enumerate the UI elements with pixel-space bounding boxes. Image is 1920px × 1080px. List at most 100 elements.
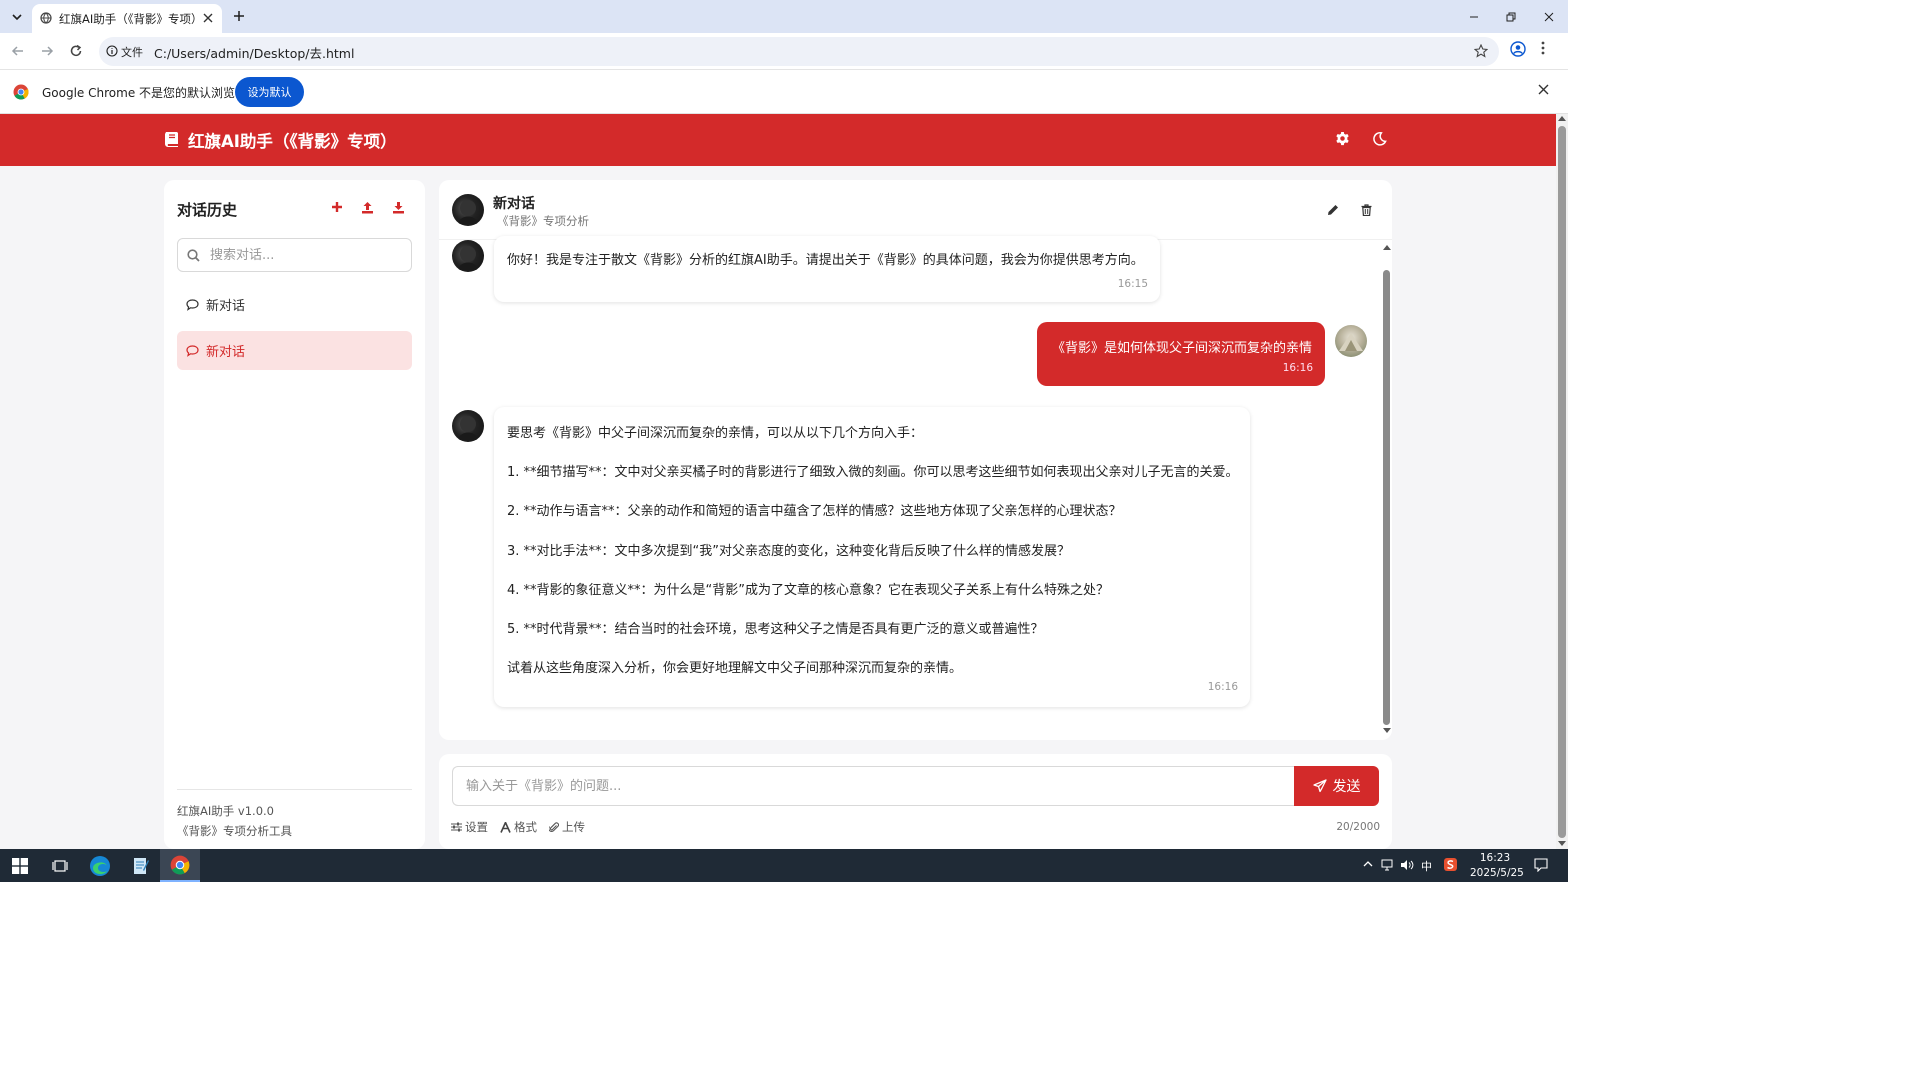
info-icon[interactable] bbox=[106, 45, 118, 57]
clock-date: 2025/5/25 bbox=[1470, 867, 1524, 879]
ime-indicator[interactable]: 中 bbox=[1421, 858, 1432, 874]
browser-tab-strip: 红旗AI助手（《背影》专项） bbox=[0, 0, 1568, 33]
windows-logo-icon bbox=[12, 857, 28, 874]
message-text: 试着从这些角度深入分析，你会更好地理解文中父子间那种深沉而复杂的亲情。 bbox=[507, 661, 963, 676]
edge-taskbar-button[interactable] bbox=[80, 849, 120, 882]
scroll-down-arrow-icon[interactable] bbox=[1558, 841, 1566, 846]
scroll-up-arrow-icon[interactable] bbox=[1383, 245, 1391, 250]
bot-avatar bbox=[452, 410, 484, 442]
chrome-browser-icon bbox=[170, 855, 190, 874]
close-infobar-icon[interactable] bbox=[1538, 84, 1549, 95]
tab-search-button[interactable] bbox=[6, 6, 28, 28]
sliders-icon bbox=[451, 822, 462, 832]
message-text: 1. **细节描写**：文中对父亲买橘子时的背影进行了细致入微的刻画。你可以思考… bbox=[507, 465, 1239, 480]
close-tab-icon[interactable] bbox=[200, 10, 216, 26]
more-options-icon[interactable] bbox=[1541, 41, 1545, 55]
volume-icon[interactable] bbox=[1400, 859, 1414, 874]
composer: 发送 设置 格式 上传 20/2000 bbox=[439, 754, 1392, 849]
settings-gear-icon[interactable] bbox=[1335, 131, 1350, 146]
delete-trash-icon[interactable] bbox=[1361, 204, 1372, 216]
app-version: 红旗AI助手 v1.0.0 bbox=[177, 804, 274, 818]
paperclip-icon bbox=[549, 821, 559, 833]
address-bar[interactable]: 文件 C:/Users/admin/Desktop/去.html bbox=[99, 37, 1499, 66]
tray-chevron-up-icon[interactable] bbox=[1363, 859, 1373, 872]
format-tool-button[interactable]: 格式 bbox=[500, 819, 537, 835]
chrome-logo-icon bbox=[13, 84, 29, 100]
message-text: 2. **动作与语言**：父亲的动作和简短的语言中蕴含了怎样的情感？这些地方体现… bbox=[507, 504, 1122, 519]
restore-icon[interactable] bbox=[1492, 0, 1530, 33]
edge-browser-icon bbox=[90, 855, 110, 876]
start-button[interactable] bbox=[0, 849, 40, 882]
notification-icon[interactable] bbox=[1534, 858, 1548, 875]
user-avatar bbox=[1335, 325, 1367, 357]
book-icon bbox=[163, 130, 181, 148]
back-icon[interactable] bbox=[8, 41, 28, 61]
page-scroll-thumb[interactable] bbox=[1558, 126, 1566, 838]
chat-bubbles-icon bbox=[186, 298, 200, 311]
edit-pencil-icon[interactable] bbox=[1327, 204, 1339, 216]
bookmark-star-icon[interactable] bbox=[1474, 44, 1488, 58]
reload-icon[interactable] bbox=[66, 41, 86, 61]
message-text: 3. **对比手法**：文中多次提到“我”对父亲态度的变化，这种变化背后反映了什… bbox=[507, 544, 1071, 559]
globe-icon bbox=[40, 12, 52, 24]
system-clock[interactable]: 16:23 2025/5/25 bbox=[1470, 851, 1524, 881]
message-list: 你好！我是专注于散文《背影》分析的红旗AI助手。请提出关于《背影》的具体问题，我… bbox=[439, 236, 1392, 740]
chat-subtitle: 《背影》专项分析 bbox=[497, 214, 589, 228]
chevron-down-icon bbox=[12, 14, 22, 21]
minimize-icon[interactable] bbox=[1455, 0, 1493, 33]
conversation-label: 新对话 bbox=[206, 299, 246, 314]
upload-tool-button[interactable]: 上传 bbox=[549, 819, 585, 835]
chat-scrollbar[interactable] bbox=[1381, 240, 1392, 740]
security-label: 文件 bbox=[121, 46, 143, 59]
sogou-ime-icon[interactable] bbox=[1444, 858, 1457, 874]
bot-avatar bbox=[452, 194, 484, 226]
clock-time: 16:23 bbox=[1479, 852, 1511, 864]
notepad-icon bbox=[134, 857, 149, 874]
sidebar-footer: 红旗AI助手 v1.0.0 《背影》专项分析工具 bbox=[177, 789, 412, 841]
forward-icon[interactable] bbox=[37, 41, 57, 61]
scroll-up-arrow-icon[interactable] bbox=[1558, 116, 1566, 121]
set-default-button[interactable]: 设为默认 bbox=[235, 77, 304, 107]
settings-tool-button[interactable]: 设置 bbox=[451, 819, 488, 835]
scroll-thumb[interactable] bbox=[1383, 270, 1390, 725]
profile-icon[interactable] bbox=[1510, 41, 1526, 57]
user-message: 《背影》是如何体现父子间深沉而复杂的亲情 16:16 bbox=[1037, 322, 1325, 386]
message-input[interactable] bbox=[452, 766, 1295, 806]
task-view-button[interactable] bbox=[40, 849, 80, 882]
chat-header: 新对话 《背影》专项分析 bbox=[439, 180, 1392, 240]
new-chat-plus-icon[interactable] bbox=[331, 201, 343, 213]
send-button[interactable]: 发送 bbox=[1294, 766, 1379, 806]
font-icon bbox=[500, 821, 511, 833]
upload-icon[interactable] bbox=[361, 201, 374, 214]
dark-mode-moon-icon[interactable] bbox=[1372, 131, 1387, 146]
app-header: 红旗AI助手（《背影》专项） bbox=[0, 114, 1556, 166]
search-input[interactable] bbox=[208, 240, 408, 270]
new-tab-icon[interactable] bbox=[229, 6, 249, 26]
message-text: 4. **背影的象征意义**：为什么是“背影”成为了文章的核心意象？它在表现父子… bbox=[507, 583, 1110, 598]
scroll-down-arrow-icon[interactable] bbox=[1383, 728, 1391, 733]
network-icon[interactable] bbox=[1381, 859, 1395, 874]
page-scrollbar[interactable] bbox=[1556, 114, 1568, 849]
app-body: 对话历史 新对话 新对话 红旗AI bbox=[0, 166, 1556, 849]
browser-tab[interactable]: 红旗AI助手（《背影》专项） bbox=[32, 4, 222, 33]
close-window-icon[interactable] bbox=[1530, 0, 1568, 33]
url-text[interactable]: C:/Users/admin/Desktop/去.html bbox=[154, 43, 354, 62]
notepad-taskbar-button[interactable] bbox=[120, 849, 160, 882]
history-sidebar: 对话历史 新对话 新对话 红旗AI bbox=[164, 180, 425, 849]
chrome-taskbar-button[interactable] bbox=[160, 849, 200, 882]
search-icon bbox=[187, 249, 200, 262]
bot-avatar bbox=[452, 240, 484, 272]
message-text: 5. **时代背景**：结合当时的社会环境，思考这种父子之情是否具有更广泛的意义… bbox=[507, 622, 1044, 637]
conversation-item-active[interactable]: 新对话 bbox=[177, 331, 412, 370]
tab-title: 红旗AI助手（《背影》专项） bbox=[59, 12, 203, 26]
taskbar: 中 16:23 2025/5/25 bbox=[0, 849, 1568, 882]
message-text: 《背影》是如何体现父子间深沉而复杂的亲情 bbox=[1052, 341, 1313, 356]
chat-title: 新对话 bbox=[493, 196, 535, 212]
message-text: 你好！我是专注于散文《背影》分析的红旗AI助手。请提出关于《背影》的具体问题，我… bbox=[507, 253, 1144, 268]
message-text: 要思考《背影》中父子间深沉而复杂的亲情，可以从以下几个方向入手： bbox=[507, 426, 924, 441]
conversation-item[interactable]: 新对话 bbox=[177, 285, 412, 324]
character-counter: 20/2000 bbox=[1336, 821, 1380, 833]
download-icon[interactable] bbox=[392, 201, 405, 214]
paper-plane-icon bbox=[1312, 779, 1327, 793]
chat-bubbles-icon bbox=[186, 344, 200, 357]
